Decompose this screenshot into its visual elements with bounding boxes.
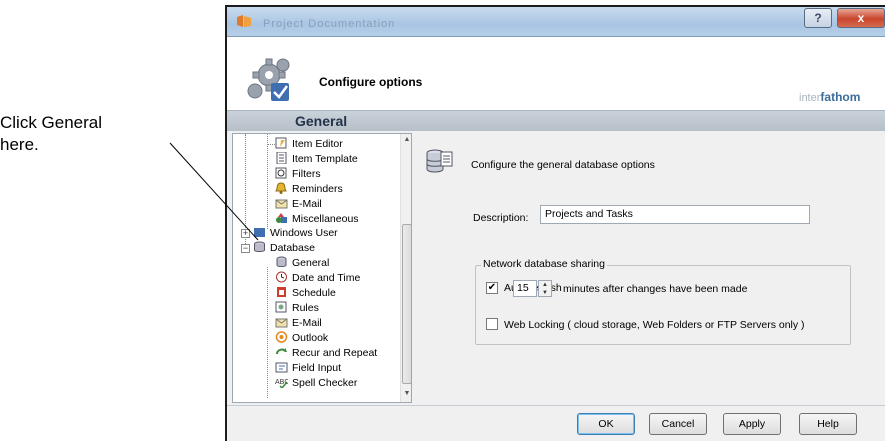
tree-item-schedule[interactable]: Schedule [263, 286, 336, 301]
section-title: General [295, 113, 348, 129]
tree-item-label: Date and Time [292, 272, 361, 284]
windows-user-icon [254, 228, 265, 237]
tree-item-miscellaneous[interactable]: Miscellaneous [263, 212, 359, 227]
recur-icon [276, 348, 287, 355]
tree-item-label: Database [270, 242, 315, 254]
web-locking-label: Web Locking ( cloud storage, Web Folders… [504, 319, 805, 331]
auto-refresh-suffix: minutes after changes have been made [563, 283, 748, 295]
rules-icon [275, 301, 287, 313]
tree-item-label: Rules [292, 302, 319, 314]
group-title: Network database sharing [481, 258, 607, 270]
tree-item-item-template[interactable]: Item Template [263, 152, 358, 167]
tree-item-database[interactable]: Database [253, 241, 315, 256]
tree-item-outlook[interactable]: Outlook [263, 331, 328, 346]
tree-item-item-editor[interactable]: Item Editor [263, 137, 343, 152]
tree-connector [267, 144, 275, 145]
email-icon [275, 318, 288, 328]
miscellaneous-icon [276, 213, 287, 223]
tree-item-label: General [292, 257, 330, 269]
spell-checker-icon: ABC [275, 379, 288, 388]
tree-item-label: Schedule [292, 287, 336, 299]
tree-item-field-input[interactable]: Field Input [263, 361, 341, 376]
tree-item-label: Field Input [292, 362, 342, 374]
options-content: Configure the general database options D… [417, 131, 885, 405]
scroll-up-arrow-icon[interactable]: ▲ [402, 136, 411, 146]
database-icon [254, 241, 265, 252]
brand-light-text: inter [799, 92, 821, 104]
expand-windows-user[interactable]: + [241, 229, 250, 238]
ok-button[interactable]: OK [577, 413, 635, 435]
brand-bold-text: fathom [820, 90, 861, 104]
auto-refresh-checkbox[interactable]: ✔ [486, 282, 498, 294]
tree-item-email-2[interactable]: E-Mail [263, 316, 322, 331]
help-button[interactable]: ? [804, 8, 832, 28]
tree-item-label: Reminders [292, 183, 343, 195]
field-input-icon [275, 362, 288, 373]
tree-item-label: Recur and Repeat [292, 347, 378, 359]
date-time-icon [276, 271, 287, 283]
tree-item-label: Windows User [270, 227, 338, 239]
gear-icon [247, 58, 290, 101]
tree-item-general[interactable]: General [263, 256, 329, 271]
tree-item-label: Outlook [292, 332, 329, 344]
outlook-icon [275, 331, 288, 343]
collapse-database[interactable]: − [241, 244, 250, 253]
tree-item-label: E-Mail [292, 198, 322, 210]
brand-logo: interfathom [799, 90, 860, 104]
tree-item-reminders[interactable]: Reminders [263, 182, 343, 197]
scroll-down-arrow-icon[interactable]: ▼ [402, 390, 411, 400]
callout-text: Click General here. [0, 113, 103, 154]
tree-item-label: Spell Checker [292, 377, 358, 389]
tree-item-windows-user[interactable]: Windows User [253, 226, 338, 241]
tree-item-label: Miscellaneous [292, 213, 359, 225]
spin-up-arrow-icon[interactable]: ▲ [539, 281, 551, 289]
tree-item-date-time[interactable]: Date and Time [263, 271, 360, 286]
dialog-footer: OK Cancel Apply Help [227, 405, 885, 441]
spin-down-arrow-icon[interactable]: ▼ [539, 289, 551, 297]
tree-item-label: Item Template [292, 153, 358, 165]
tree-item-recur-repeat[interactable]: Recur and Repeat [263, 346, 377, 361]
tree-item-label: Filters [292, 168, 321, 180]
tree-item-label: Item Editor [292, 138, 343, 150]
general-icon [276, 256, 287, 267]
title-bar-text: Project Documentation [263, 18, 396, 30]
filters-icon [275, 167, 287, 179]
auto-refresh-spinner[interactable]: ▲ ▼ [538, 280, 552, 297]
page: Click General here. Project Documentatio… [0, 0, 885, 441]
dialog-title: Configure options [319, 75, 423, 89]
tree-scrollbar[interactable]: ▲ ▼ [400, 134, 411, 402]
email-icon [275, 199, 288, 209]
cancel-button[interactable]: Cancel [649, 413, 707, 435]
app-icon [237, 15, 251, 27]
description-input[interactable]: Projects and Tasks [540, 205, 810, 224]
database-icon [426, 149, 453, 173]
help-footer-button[interactable]: Help [799, 413, 857, 435]
description-heading: Configure the general database options [471, 159, 655, 171]
tree-item-spell-checker[interactable]: ABC Spell Checker [263, 376, 357, 391]
dialog-header: Configure options interfathom [227, 37, 885, 111]
network-sharing-group: Network database sharing [475, 258, 851, 345]
apply-button[interactable]: Apply [723, 413, 781, 435]
section-bar: General [227, 111, 885, 131]
schedule-icon [277, 287, 286, 297]
title-bar[interactable]: Project Documentation ? x [227, 7, 885, 37]
tree-item-label: E-Mail [292, 317, 322, 329]
web-locking-checkbox[interactable] [486, 318, 498, 330]
tree-item-email[interactable]: E-Mail [263, 197, 322, 212]
item-editor-icon [275, 137, 287, 149]
description-label: Description: [473, 212, 529, 224]
scroll-thumb[interactable] [402, 224, 411, 384]
tree-item-filters[interactable]: Filters [263, 167, 321, 182]
auto-refresh-minutes-input[interactable]: 15 [513, 280, 537, 297]
options-tree[interactable]: Item Editor Item Template Filters Remind… [232, 133, 412, 403]
reminders-icon [275, 182, 287, 194]
tree-item-rules[interactable]: Rules [263, 301, 319, 316]
close-button[interactable]: x [837, 8, 885, 28]
item-template-icon [276, 152, 287, 164]
configure-options-window: Project Documentation ? x Configure opti… [225, 5, 885, 441]
